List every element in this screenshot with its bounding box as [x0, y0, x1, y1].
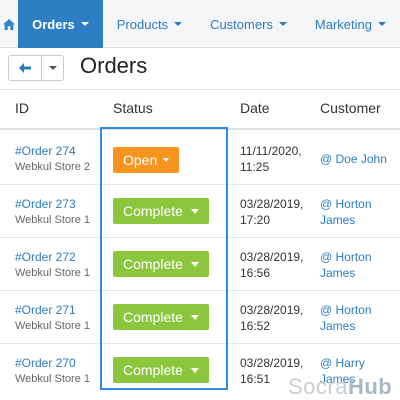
- order-date: 03/28/2019, 16:56: [240, 249, 303, 281]
- status-dropdown[interactable]: Complete: [113, 304, 209, 330]
- page-toolbar: Orders: [0, 48, 400, 90]
- watermark-text: Hub: [347, 374, 393, 399]
- store-name: Webkul Store 1: [15, 320, 91, 332]
- tab-orders-label: Orders: [32, 16, 75, 32]
- customer-line: James: [320, 319, 356, 333]
- customer-link[interactable]: @ Horton James: [320, 196, 372, 228]
- date-line: 11/11/2020,: [240, 144, 302, 158]
- time-line: 16:52: [240, 319, 271, 333]
- chevron-down-icon: [163, 158, 170, 162]
- nav-home-button[interactable]: [0, 0, 18, 48]
- status-dropdown[interactable]: Complete: [113, 251, 209, 277]
- back-button[interactable]: [8, 55, 42, 81]
- customer-line: James: [320, 213, 356, 227]
- order-link[interactable]: #Order 274: [15, 143, 90, 159]
- order-id-cell: #Order 270 Webkul Store 1: [15, 355, 90, 387]
- order-link[interactable]: #Order 270: [15, 355, 90, 371]
- chevron-down-icon: [80, 22, 89, 26]
- tab-orders[interactable]: Orders: [18, 0, 103, 48]
- date-line: 03/28/2019,: [240, 303, 304, 317]
- tab-marketing[interactable]: Marketing: [301, 0, 400, 48]
- order-link[interactable]: #Order 271: [15, 302, 90, 318]
- customer-line: @ Harry: [320, 356, 365, 370]
- date-line: 03/28/2019,: [240, 197, 304, 211]
- tab-marketing-label: Marketing: [314, 16, 372, 32]
- order-id-cell: #Order 271 Webkul Store 1: [15, 302, 90, 334]
- status-label: Complete: [123, 362, 183, 378]
- date-line: 03/28/2019,: [240, 356, 304, 370]
- store-name: Webkul Store 1: [15, 267, 91, 279]
- customer-link[interactable]: @ Doe John: [320, 151, 387, 167]
- back-button-group: [8, 55, 64, 81]
- table-header: ID Status Date Customer: [0, 90, 400, 130]
- status-dropdown[interactable]: Open: [113, 147, 180, 173]
- order-link[interactable]: #Order 273: [15, 196, 90, 212]
- time-line: 16:56: [240, 266, 271, 280]
- table-row: #Order 274 Webkul Store 2 Open 11/11/202…: [0, 132, 400, 185]
- order-id-cell: #Order 272 Webkul Store 1: [15, 249, 90, 281]
- customer-line: @ Horton: [320, 303, 372, 317]
- order-date: 03/28/2019, 17:20: [240, 196, 303, 228]
- tab-products-label: Products: [116, 16, 169, 32]
- chevron-down-icon: [190, 314, 199, 320]
- chevron-down-icon: [190, 261, 199, 267]
- table-row: #Order 271 Webkul Store 1 Complete 03/28…: [0, 291, 400, 344]
- arrow-left-icon: [19, 63, 31, 73]
- tab-customers[interactable]: Customers: [196, 0, 301, 48]
- watermark-logo: SocraHub: [288, 374, 392, 400]
- customer-link[interactable]: @ Horton James: [320, 249, 372, 281]
- status-label: Open: [123, 152, 158, 168]
- column-header-date: Date: [240, 100, 270, 116]
- customer-line: James: [320, 266, 356, 280]
- column-header-customer: Customer: [320, 100, 381, 116]
- tab-customers-label: Customers: [210, 16, 273, 32]
- time-line: 11:25: [240, 160, 270, 174]
- order-date: 03/28/2019, 16:52: [240, 302, 303, 334]
- column-header-id: ID: [15, 100, 29, 116]
- status-label: Complete: [123, 256, 183, 272]
- status-label: Complete: [123, 203, 183, 219]
- table-row: #Order 272 Webkul Store 1 Complete 03/28…: [0, 238, 400, 291]
- back-dropdown-button[interactable]: [42, 55, 64, 81]
- home-icon: [3, 18, 16, 30]
- order-id-cell: #Order 274 Webkul Store 2: [15, 143, 90, 175]
- order-date: 11/11/2020, 11:25: [240, 143, 302, 175]
- chevron-down-icon: [190, 208, 199, 214]
- top-navbar: Orders Products Customers Marketing: [0, 0, 400, 48]
- customer-link[interactable]: @ Horton James: [320, 302, 372, 334]
- time-line: 17:20: [240, 213, 271, 227]
- chevron-down-icon: [378, 22, 386, 26]
- chevron-down-icon: [174, 22, 183, 26]
- customer-line: @ Horton: [320, 197, 372, 211]
- store-name: Webkul Store 1: [15, 214, 91, 226]
- chevron-down-icon: [278, 22, 287, 26]
- status-dropdown[interactable]: Complete: [113, 198, 209, 224]
- tab-products[interactable]: Products: [103, 0, 196, 48]
- store-name: Webkul Store 1: [15, 373, 91, 385]
- page-title: Orders: [80, 53, 148, 78]
- chevron-down-icon: [190, 367, 199, 373]
- status-label: Complete: [123, 309, 183, 325]
- order-link[interactable]: #Order 272: [15, 249, 90, 265]
- column-header-status: Status: [113, 100, 153, 116]
- customer-line: @ Horton: [320, 250, 372, 264]
- customer-line: @ Doe John: [320, 152, 387, 166]
- chevron-down-icon: [48, 66, 57, 70]
- date-line: 03/28/2019,: [240, 250, 304, 264]
- store-name: Webkul Store 2: [15, 161, 91, 173]
- status-dropdown[interactable]: Complete: [113, 357, 209, 383]
- order-id-cell: #Order 273 Webkul Store 1: [15, 196, 90, 228]
- watermark-text: Socra: [288, 374, 348, 399]
- table-row: #Order 273 Webkul Store 1 Complete 03/28…: [0, 185, 400, 238]
